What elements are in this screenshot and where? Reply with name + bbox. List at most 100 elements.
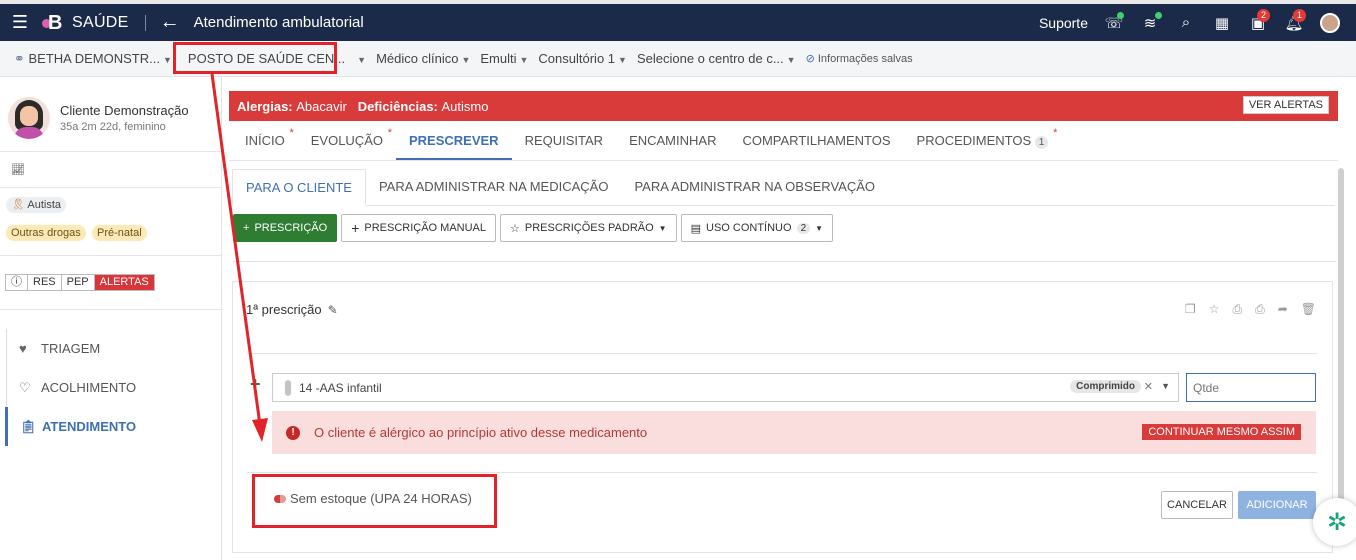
sidebar-item-label: ATENDIMENTO bbox=[42, 419, 137, 434]
divider bbox=[233, 261, 1336, 262]
print-icon[interactable]: ⎙ bbox=[1232, 302, 1242, 317]
prescription-title-text: 1ª prescrição bbox=[246, 302, 322, 317]
standard-prescriptions-button[interactable]: ☆ PRESCRIÇÕES PADRÃO ▼ bbox=[500, 214, 677, 242]
divider bbox=[0, 187, 222, 188]
plus-icon: + bbox=[243, 222, 250, 234]
chevron-down-icon: ▼ bbox=[786, 55, 796, 65]
alertas-button[interactable]: ALERTAS bbox=[94, 275, 154, 290]
patient-card[interactable]: Cliente Demonstração 35a 2m 22d, feminin… bbox=[8, 97, 189, 139]
deficiency-value: Autismo bbox=[441, 98, 489, 114]
gift-icon[interactable]: ▣ 2 bbox=[1240, 4, 1276, 41]
tab-label: INÍCIO bbox=[245, 133, 285, 148]
medication-value: 14 -AAS infantil bbox=[299, 380, 382, 395]
divider bbox=[144, 14, 146, 31]
tab-inicio[interactable]: INÍCIO * bbox=[232, 122, 298, 160]
allergy-label: Alergias: bbox=[237, 98, 293, 114]
info-button[interactable]: ⓘ bbox=[6, 275, 28, 290]
continue-anyway-button[interactable]: CONTINUAR MESMO ASSIM bbox=[1142, 424, 1301, 440]
allergy-value: Abacavir bbox=[296, 98, 347, 114]
allergy-alert-bar: Alergias: Abacavir Deficiências: Autismo… bbox=[229, 91, 1338, 121]
check-circle-icon: ⊘ bbox=[805, 53, 818, 65]
pep-button[interactable]: PEP bbox=[62, 275, 95, 290]
role-selector[interactable]: Médico clínico ▼ bbox=[376, 51, 470, 66]
plus-icon[interactable]: + bbox=[250, 374, 261, 395]
button-label: USO CONTÍNUO bbox=[706, 222, 792, 234]
bell-icon[interactable]: 🔔︎ 1 bbox=[1276, 4, 1312, 41]
tab-encaminhar[interactable]: ENCAMINHAR bbox=[616, 122, 729, 160]
role-label: Médico clínico bbox=[376, 51, 459, 66]
tab-evolucao[interactable]: EVOLUÇÃO * bbox=[298, 122, 396, 160]
logo-mark: B bbox=[42, 12, 66, 34]
ribbon-icon: 🎗︎ bbox=[11, 199, 25, 211]
prescription-title: 1ª prescrição ✎ bbox=[246, 302, 338, 317]
tab-prescrever[interactable]: PRESCREVER bbox=[395, 122, 512, 160]
heartbeat-icon: ♥ bbox=[19, 341, 27, 356]
gift-badge: 2 bbox=[1257, 9, 1270, 22]
pencil-icon[interactable]: ✎ bbox=[328, 303, 338, 317]
chevron-down-icon: ▼ bbox=[815, 223, 824, 233]
subtab-para-o-cliente[interactable]: PARA O CLIENTE bbox=[232, 169, 366, 206]
print-check-icon[interactable]: ⎙ bbox=[1255, 302, 1265, 317]
support-headset-icon[interactable]: ☏ bbox=[1096, 4, 1132, 41]
patient-details: 35a 2m 22d, feminino bbox=[60, 121, 166, 133]
button-label: PRESCRIÇÃO MANUAL bbox=[364, 222, 487, 234]
tag-autista: 🎗︎ Autista bbox=[6, 197, 67, 213]
entity-selector[interactable]: ⚭ BETHA DEMONSTR... ▼ bbox=[14, 51, 172, 67]
add-prescription-button[interactable]: + PRESCRIÇÃO bbox=[233, 214, 338, 242]
back-arrow-icon[interactable]: ← bbox=[160, 11, 180, 34]
plus-icon: + bbox=[351, 220, 360, 236]
notification-badge: 1 bbox=[1293, 9, 1306, 22]
required-star: * bbox=[289, 127, 294, 139]
room-selector[interactable]: Consultório 1 ▼ bbox=[538, 51, 627, 66]
patient-quick-buttons: ⓘ RES PEP ALERTAS bbox=[5, 274, 155, 291]
pill-icon bbox=[285, 379, 291, 396]
trash-icon[interactable]: 🗑︎ bbox=[1301, 302, 1316, 317]
continuous-use-button[interactable]: ▤ USO CONTÍNUO 2 ▼ bbox=[680, 214, 834, 242]
subtab-medicacao[interactable]: PARA ADMINISTRAR NA MEDICAÇÃO bbox=[366, 169, 621, 205]
manual-prescription-button[interactable]: + PRESCRIÇÃO MANUAL bbox=[341, 214, 497, 242]
scrollbar[interactable] bbox=[1338, 168, 1344, 543]
copy-icon[interactable]: ❐ bbox=[1185, 302, 1196, 317]
user-avatar[interactable] bbox=[1312, 4, 1348, 41]
divider bbox=[229, 160, 1338, 161]
patient-avatar bbox=[8, 97, 50, 139]
clear-icon[interactable]: ✕ bbox=[1144, 380, 1153, 393]
app-logo[interactable]: B SAÚDE bbox=[42, 12, 129, 34]
sidebar-item-atendimento[interactable]: 📋︎ ATENDIMENTO bbox=[5, 407, 222, 446]
add-button[interactable]: ADICIONAR bbox=[1238, 491, 1316, 519]
tab-compartilhamentos[interactable]: COMPARTILHAMENTOS bbox=[729, 122, 903, 160]
search-icon[interactable]: ⌕ bbox=[1168, 4, 1204, 41]
subtab-observacao[interactable]: PARA ADMINISTRAR NA OBSERVAÇÃO bbox=[621, 169, 888, 205]
apps-grid-icon[interactable]: ▦ bbox=[1204, 4, 1240, 41]
sidebar-item-triagem[interactable]: ♥ TRIAGEM bbox=[7, 329, 222, 368]
top-bar: ☰ B SAÚDE ← Atendimento ambulatorial Sup… bbox=[0, 4, 1356, 41]
assistant-fab-icon[interactable]: ✲ bbox=[1313, 498, 1356, 546]
tab-procedimentos[interactable]: PROCEDIMENTOS 1 * bbox=[904, 122, 1062, 160]
chart-trend-icon[interactable]: 📈︎ bbox=[11, 163, 25, 176]
sidebar-item-label: TRIAGEM bbox=[41, 341, 101, 356]
chevron-down-icon: ▼ bbox=[461, 55, 471, 65]
res-button[interactable]: RES bbox=[28, 275, 62, 290]
menu-icon[interactable]: ☰ bbox=[6, 12, 34, 33]
chevron-down-icon[interactable]: ▼ bbox=[1161, 381, 1170, 391]
wifi-icon[interactable]: ≋ bbox=[1132, 4, 1168, 41]
allergy-warning: ! O cliente é alérgico ao princípio ativ… bbox=[272, 411, 1316, 454]
sidebar-item-acolhimento[interactable]: ♡ ACOLHIMENTO bbox=[7, 368, 222, 407]
chevron-down-icon: ▼ bbox=[162, 54, 172, 65]
saved-label: Informações salvas bbox=[817, 53, 913, 65]
calendar-icon: ▤ bbox=[690, 222, 701, 235]
ver-alertas-button[interactable]: VER ALERTAS bbox=[1242, 96, 1329, 114]
cancel-button[interactable]: CANCELAR bbox=[1161, 491, 1233, 519]
tab-label: PROCEDIMENTOS bbox=[916, 133, 1032, 148]
center-selector[interactable]: Selecione o centro de c... ▼ bbox=[637, 51, 796, 66]
quantity-input[interactable] bbox=[1186, 373, 1316, 402]
support-label[interactable]: Suporte bbox=[1039, 15, 1088, 31]
tag-label: Autista bbox=[27, 199, 62, 211]
sidebar-nav: ♥ TRIAGEM ♡ ACOLHIMENTO 📋︎ ATENDIMENTO bbox=[5, 329, 222, 446]
star-icon[interactable]: ☆ bbox=[1209, 302, 1220, 317]
tab-requisitar[interactable]: REQUISITAR bbox=[512, 122, 617, 160]
heart-icon: ♡ bbox=[19, 379, 31, 395]
share-icon[interactable]: ➦ bbox=[1278, 302, 1288, 317]
team-selector[interactable]: Emulti ▼ bbox=[480, 51, 528, 66]
medication-select[interactable]: 14 -AAS infantil Comprimido ✕ ▼ bbox=[272, 373, 1179, 402]
